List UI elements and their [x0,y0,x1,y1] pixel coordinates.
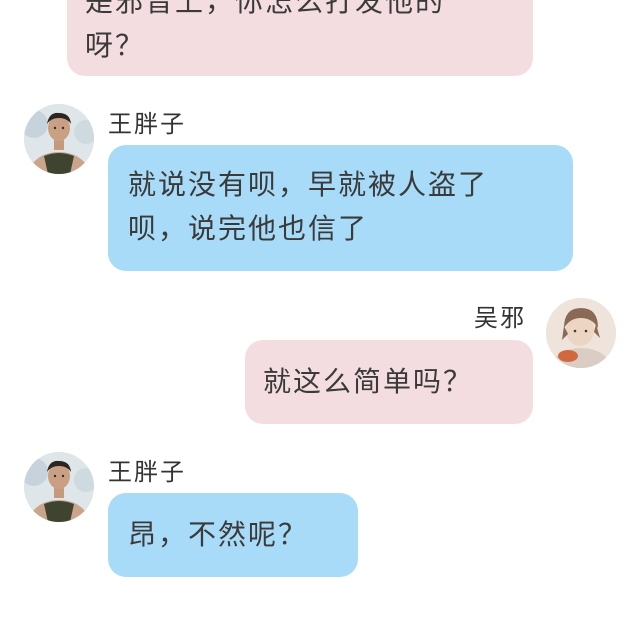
message-text-line: 是邪音上，你怎么打发他的 [85,0,446,18]
message-text-line: 昂，不然呢？ [128,518,309,551]
illustrated-young-man-avatar-icon [546,298,616,368]
message-bubble-incoming[interactable]: 昂，不然呢？ [108,493,358,577]
message-bubble-outgoing[interactable]: 是邪音上，你怎么打发他的 呀？ [67,0,533,76]
man-in-tank-top-avatar-icon [24,452,94,522]
man-in-tank-top-avatar-icon [24,104,94,174]
sender-name: 王胖子 [108,110,186,138]
message-text-line: 呗，说完他也信了 [128,212,369,245]
message-text-line: 就说没有呗，早就被人盗了 [128,168,489,201]
sender-name: 王胖子 [108,458,186,486]
sender-avatar[interactable] [24,104,94,174]
message-text-line: 就这么简单吗？ [263,365,474,398]
sender-avatar[interactable] [546,298,616,368]
message-text-line: 呀？ [85,29,146,62]
sender-name: 吴邪 [474,304,526,332]
message-bubble-outgoing[interactable]: 就这么简单吗？ [245,340,533,424]
message-bubble-incoming[interactable]: 就说没有呗，早就被人盗了 呗，说完他也信了 [108,145,573,271]
sender-avatar[interactable] [24,452,94,522]
